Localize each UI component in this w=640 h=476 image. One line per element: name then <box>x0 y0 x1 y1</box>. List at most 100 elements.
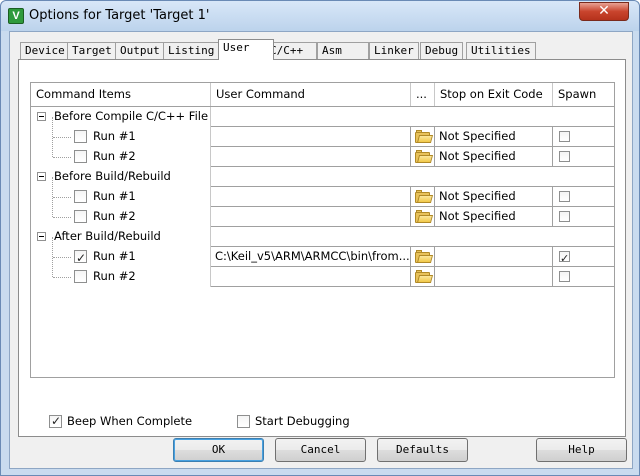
user-command-field[interactable] <box>211 187 411 207</box>
window-title: Options for Target 'Target 1' <box>29 8 210 23</box>
spawn-cell <box>553 247 614 267</box>
run-row: Run #2 Not Specified <box>31 207 614 227</box>
tab-utilities[interactable]: Utilities <box>466 42 536 59</box>
run-label: Run #2 <box>93 269 136 283</box>
spawn-cell <box>553 267 614 287</box>
run-row: Run #1 C:\Keil_v5\ARM\ARMCC\bin\from... <box>31 247 614 267</box>
browse-button[interactable] <box>411 127 435 147</box>
group-row-before-build: Before Build/Rebuild <box>31 167 614 187</box>
collapse-icon[interactable] <box>37 232 46 241</box>
user-tab-panel: Command Items User Command ... Stop on E… <box>18 59 626 437</box>
header-spawn: Spawn <box>558 87 597 101</box>
run-checkbox[interactable] <box>74 150 87 163</box>
group-row-before-compile: Before Compile C/C++ File <box>31 107 614 127</box>
start-debugging-checkbox[interactable] <box>237 415 250 428</box>
grid-header: Command Items User Command ... Stop on E… <box>31 83 614 107</box>
stop-on-exit-field[interactable] <box>435 247 553 267</box>
folder-open-icon <box>415 130 434 143</box>
cancel-button[interactable]: Cancel <box>275 438 366 462</box>
tab-target[interactable]: Target <box>67 42 117 59</box>
group-label: Before Build/Rebuild <box>54 169 171 183</box>
folder-open-icon <box>415 250 434 263</box>
user-command-field[interactable] <box>211 267 411 287</box>
spawn-checkbox[interactable] <box>559 211 570 222</box>
dialog-client: Device Target Output Listing User C/C++ … <box>9 31 633 469</box>
tab-asm[interactable]: Asm <box>317 42 369 59</box>
group-cell: Before Compile C/C++ File <box>31 107 211 127</box>
group-label: After Build/Rebuild <box>54 229 161 243</box>
group-filler <box>211 107 614 127</box>
tab-output[interactable]: Output <box>115 42 165 59</box>
options-dialog: V Options for Target 'Target 1' ✕ Device… <box>0 0 640 476</box>
beep-label: Beep When Complete <box>67 414 193 428</box>
stop-on-exit-field[interactable]: Not Specified <box>435 147 553 167</box>
run-item-cell: Run #2 <box>31 267 211 287</box>
tab-listing[interactable]: Listing <box>163 42 220 59</box>
header-stop-on-exit: Stop on Exit Code <box>435 83 553 106</box>
group-cell: After Build/Rebuild <box>31 227 211 247</box>
stop-on-exit-field[interactable]: Not Specified <box>435 127 553 147</box>
user-command-grid: Command Items User Command ... Stop on E… <box>30 82 615 378</box>
ok-button[interactable]: OK <box>173 438 264 462</box>
user-command-field[interactable]: C:\Keil_v5\ARM\ARMCC\bin\from... <box>211 247 411 267</box>
run-item-cell: Run #1 <box>31 187 211 207</box>
browse-button[interactable] <box>411 247 435 267</box>
run-row: Run #2 Not Specified <box>31 147 614 167</box>
spawn-checkbox[interactable] <box>559 271 570 282</box>
run-row: Run #1 Not Specified <box>31 187 614 207</box>
close-button[interactable]: ✕ <box>579 2 629 21</box>
stop-on-exit-field[interactable]: Not Specified <box>435 207 553 227</box>
run-checkbox[interactable] <box>74 270 87 283</box>
group-cell: Before Build/Rebuild <box>31 167 211 187</box>
tree-connector <box>53 137 71 138</box>
spawn-cell <box>553 147 614 167</box>
browse-button[interactable] <box>411 187 435 207</box>
start-debugging-label: Start Debugging <box>255 414 350 428</box>
folder-open-icon <box>415 270 434 283</box>
user-command-field[interactable] <box>211 207 411 227</box>
run-label: Run #2 <box>93 209 136 223</box>
run-item-cell: Run #2 <box>31 147 211 167</box>
tree-connector <box>53 257 71 258</box>
run-label: Run #2 <box>93 149 136 163</box>
defaults-button[interactable]: Defaults <box>377 438 468 462</box>
run-item-cell: Run #1 <box>31 247 211 267</box>
header-browse: ... <box>411 83 435 106</box>
run-checkbox[interactable] <box>74 249 87 267</box>
run-item-cell: Run #1 <box>31 127 211 147</box>
group-row-after-build: After Build/Rebuild <box>31 227 614 247</box>
browse-button[interactable] <box>411 267 435 287</box>
run-label: Run #1 <box>93 129 136 143</box>
group-filler <box>211 227 614 247</box>
spawn-cell <box>553 207 614 227</box>
run-checkbox[interactable] <box>74 190 87 203</box>
tab-debug[interactable]: Debug <box>420 42 464 59</box>
run-checkbox[interactable] <box>74 210 87 223</box>
tree-connector <box>53 157 71 158</box>
collapse-icon[interactable] <box>37 112 46 121</box>
run-row: Run #2 <box>31 267 614 287</box>
tree-connector <box>53 217 71 218</box>
run-checkbox[interactable] <box>74 130 87 143</box>
run-row: Run #1 Not Specified <box>31 127 614 147</box>
folder-open-icon <box>415 150 434 163</box>
tab-user[interactable]: User <box>218 39 274 60</box>
user-command-field[interactable] <box>211 147 411 167</box>
folder-open-icon <box>415 190 434 203</box>
stop-on-exit-field[interactable]: Not Specified <box>435 187 553 207</box>
spawn-checkbox[interactable] <box>559 191 570 202</box>
collapse-icon[interactable] <box>37 172 46 181</box>
help-button[interactable]: Help <box>536 438 627 462</box>
title-bar[interactable]: V Options for Target 'Target 1' ✕ <box>1 1 639 31</box>
browse-button[interactable] <box>411 207 435 227</box>
tab-device[interactable]: Device <box>20 42 70 59</box>
spawn-checkbox[interactable] <box>559 151 570 162</box>
group-label: Before Compile C/C++ File <box>54 109 209 123</box>
browse-button[interactable] <box>411 147 435 167</box>
spawn-checkbox[interactable] <box>559 249 570 266</box>
tab-linker[interactable]: Linker <box>369 42 419 59</box>
user-command-field[interactable] <box>211 127 411 147</box>
stop-on-exit-field[interactable] <box>435 267 553 287</box>
beep-checkbox[interactable] <box>49 414 62 428</box>
spawn-checkbox[interactable] <box>559 131 570 142</box>
